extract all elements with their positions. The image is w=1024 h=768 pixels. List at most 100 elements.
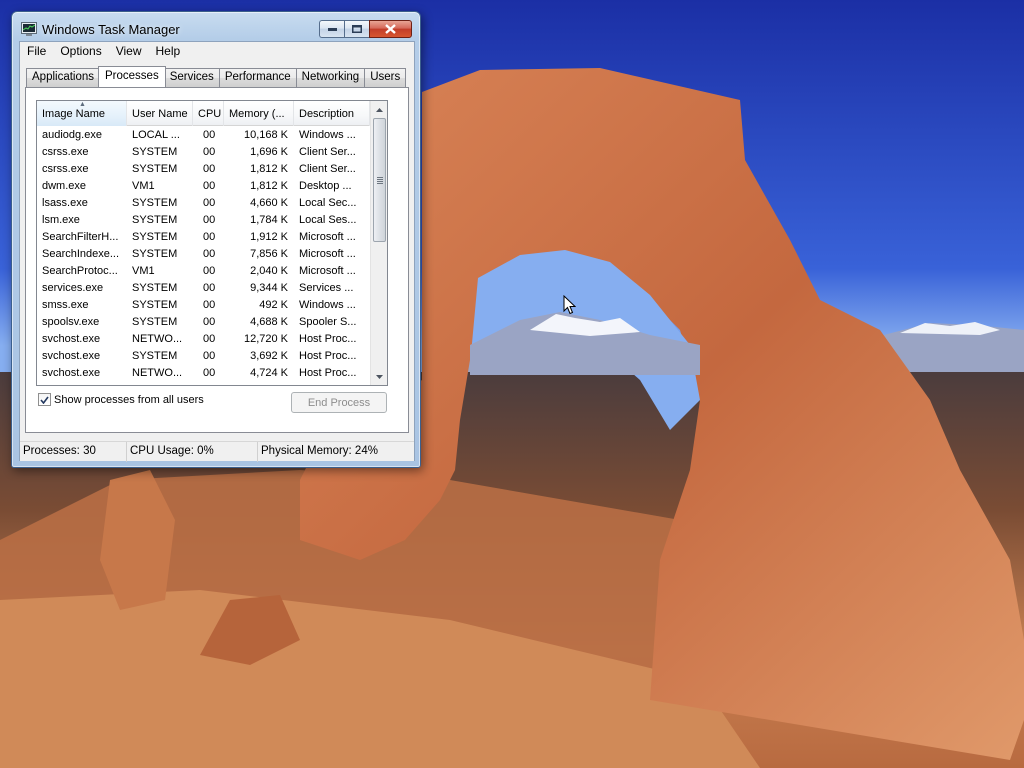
menu-file[interactable]: File [20,42,53,61]
mouse-cursor-icon [563,295,576,315]
column-header-label: Image Name [42,108,105,120]
process-cpu: 00 [203,265,216,277]
process-image-name: services.exe [42,282,104,294]
end-process-button[interactable]: End Process [291,392,387,413]
process-cpu: 00 [203,231,216,243]
menu-bar: File Options View Help [20,42,414,61]
process-user-name: NETWO... [132,333,183,345]
process-cpu: 00 [203,333,216,345]
process-image-name: svchost.exe [42,350,101,362]
process-image-name: lsass.exe [42,197,88,209]
table-row[interactable]: csrss.exe SYSTEM 00 1,696 K Client Ser... [37,144,370,161]
process-image-name: lsm.exe [42,214,80,226]
process-user-name: VM1 [132,265,155,277]
process-memory: 12,720 K [243,333,288,345]
process-memory: 1,784 K [250,214,288,226]
process-description: Local Ses... [299,214,357,226]
process-memory: 4,724 K [250,367,288,379]
process-image-name: SearchProtoc... [42,265,118,277]
scroll-up-button[interactable] [371,101,387,118]
scrollbar-thumb[interactable] [373,118,386,242]
column-header-label: User Name [132,108,188,120]
show-all-users-option[interactable]: Show processes from all users [38,393,204,406]
process-image-name: smss.exe [42,299,89,311]
scroll-down-button[interactable] [371,368,387,385]
tab-networking[interactable]: Networking [295,68,366,87]
process-cpu: 00 [203,180,216,192]
table-row[interactable]: SearchIndexe... SYSTEM 00 7,856 K Microsoft … [37,246,370,263]
process-description: Client Ser... [299,146,356,158]
table-row[interactable]: spoolsv.exe SYSTEM 00 4,688 K Spooler S... [37,314,370,331]
table-row[interactable]: SearchFilterH... SYSTEM 00 1,912 K Microsoft… [37,229,370,246]
column-header-label: Memory (... [229,108,285,120]
maximize-button[interactable] [344,20,369,38]
column-header-description[interactable]: Description [294,101,370,126]
table-row[interactable]: svchost.exe NETWO... 00 12,720 K Host Proc..… [37,331,370,348]
table-row[interactable]: services.exe SYSTEM 00 9,344 K Services ... [37,280,370,297]
table-row[interactable]: dwm.exe VM1 00 1,812 K Desktop ... [37,178,370,195]
process-list-scrollbar[interactable] [370,101,387,385]
process-cpu: 00 [203,248,216,260]
close-icon [385,24,396,34]
process-list-header: ▲ Image Name User Name CPU Memory (... D… [37,101,370,126]
window-title: Windows Task Manager [42,22,180,37]
table-row[interactable]: lsm.exe SYSTEM 00 1,784 K Local Ses... [37,212,370,229]
tab-processes[interactable]: Processes [98,66,166,87]
process-cpu: 00 [203,129,216,141]
process-description: Services ... [299,282,354,294]
process-list[interactable]: ▲ Image Name User Name CPU Memory (... D… [36,100,388,386]
process-memory: 10,168 K [243,129,288,141]
process-image-name: SearchIndexe... [42,248,120,260]
task-manager-window: Windows Task Manager File Options View H… [11,11,421,468]
tab-applications[interactable]: Applications [26,68,101,87]
process-user-name: LOCAL ... [132,129,180,141]
process-user-name: NETWO... [132,367,183,379]
column-header-image-name[interactable]: ▲ Image Name [37,101,127,126]
process-user-name: SYSTEM [132,214,178,226]
table-row[interactable]: csrss.exe SYSTEM 00 1,812 K Client Ser... [37,161,370,178]
process-description: Desktop ... [299,180,352,192]
table-row[interactable]: lsass.exe SYSTEM 00 4,660 K Local Sec... [37,195,370,212]
process-description: Windows ... [299,129,356,141]
tab-users[interactable]: Users [364,68,407,87]
show-all-users-label: Show processes from all users [54,393,204,406]
column-header-label: Description [299,108,355,120]
show-all-users-checkbox[interactable] [38,393,51,406]
process-user-name: SYSTEM [132,282,178,294]
table-row[interactable]: SearchProtoc... VM1 00 2,040 K Microsoft ... [37,263,370,280]
menu-help[interactable]: Help [149,42,188,61]
minimize-button[interactable] [319,20,344,38]
menu-view[interactable]: View [109,42,149,61]
menu-options[interactable]: Options [53,42,108,61]
process-cpu: 00 [203,197,216,209]
process-cpu: 00 [203,350,216,362]
minimize-icon [327,27,337,31]
process-user-name: SYSTEM [132,316,178,328]
table-row[interactable]: svchost.exe SYSTEM 00 3,692 K Host Proc... [37,348,370,365]
column-header-user-name[interactable]: User Name [127,101,193,126]
window-client-area: File Options View Help Applications Proc… [19,41,415,462]
tab-performance[interactable]: Performance [218,68,297,87]
column-header-memory[interactable]: Memory (... [224,101,294,126]
process-image-name: svchost.exe [42,367,101,379]
status-physical-memory: Physical Memory: 24% [261,445,378,457]
process-user-name: SYSTEM [132,299,178,311]
process-cpu: 00 [203,367,216,379]
scroll-up-icon [376,107,383,112]
process-description: Host Proc... [299,350,357,362]
table-row[interactable]: smss.exe SYSTEM 00 492 K Windows ... [37,297,370,314]
processes-tab-panel: ▲ Image Name User Name CPU Memory (... D… [25,87,409,433]
process-user-name: SYSTEM [132,197,178,209]
checkmark-icon [40,396,49,404]
process-image-name: dwm.exe [42,180,87,192]
column-header-cpu[interactable]: CPU [193,101,224,126]
tab-services[interactable]: Services [163,68,220,87]
process-description: Client Ser... [299,163,356,175]
close-button[interactable] [369,20,412,38]
table-row[interactable]: svchost.exe NETWO... 00 4,724 K Host Proc... [37,365,370,382]
table-row[interactable]: audiodg.exe LOCAL ... 00 10,168 K Windows ..… [37,127,370,144]
maximize-icon [352,25,362,33]
process-image-name: SearchFilterH... [42,231,119,243]
process-memory: 9,344 K [250,282,288,294]
process-description: Local Sec... [299,197,357,209]
